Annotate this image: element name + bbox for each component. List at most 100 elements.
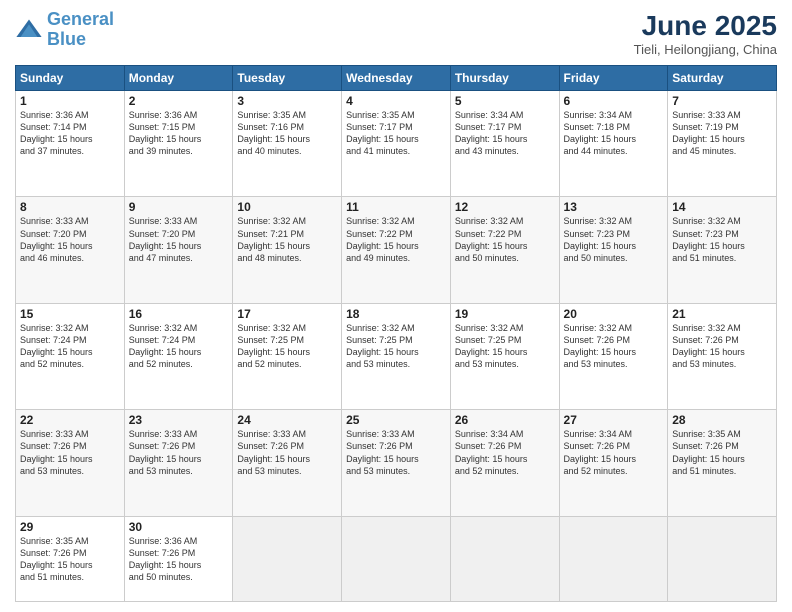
day-info: Sunrise: 3:35 AM Sunset: 7:26 PM Dayligh… (20, 535, 120, 584)
logo-text: General Blue (47, 10, 114, 50)
day-number: 10 (237, 200, 337, 214)
month-title: June 2025 (634, 10, 777, 42)
day-number: 8 (20, 200, 120, 214)
day-info: Sunrise: 3:33 AM Sunset: 7:26 PM Dayligh… (346, 428, 446, 477)
calendar-table: Sunday Monday Tuesday Wednesday Thursday… (15, 65, 777, 602)
table-row: 15Sunrise: 3:32 AM Sunset: 7:24 PM Dayli… (16, 303, 125, 409)
day-number: 24 (237, 413, 337, 427)
col-saturday: Saturday (668, 66, 777, 91)
table-row: 2Sunrise: 3:36 AM Sunset: 7:15 PM Daylig… (124, 91, 233, 197)
day-info: Sunrise: 3:33 AM Sunset: 7:26 PM Dayligh… (237, 428, 337, 477)
day-info: Sunrise: 3:36 AM Sunset: 7:15 PM Dayligh… (129, 109, 229, 158)
day-number: 20 (564, 307, 664, 321)
table-row: 14Sunrise: 3:32 AM Sunset: 7:23 PM Dayli… (668, 197, 777, 303)
table-row: 7Sunrise: 3:33 AM Sunset: 7:19 PM Daylig… (668, 91, 777, 197)
table-row: 25Sunrise: 3:33 AM Sunset: 7:26 PM Dayli… (342, 410, 451, 516)
table-row: 24Sunrise: 3:33 AM Sunset: 7:26 PM Dayli… (233, 410, 342, 516)
table-row: 29Sunrise: 3:35 AM Sunset: 7:26 PM Dayli… (16, 516, 125, 601)
day-info: Sunrise: 3:35 AM Sunset: 7:17 PM Dayligh… (346, 109, 446, 158)
day-number: 28 (672, 413, 772, 427)
day-info: Sunrise: 3:32 AM Sunset: 7:25 PM Dayligh… (346, 322, 446, 371)
day-info: Sunrise: 3:32 AM Sunset: 7:25 PM Dayligh… (455, 322, 555, 371)
day-info: Sunrise: 3:33 AM Sunset: 7:26 PM Dayligh… (129, 428, 229, 477)
day-number: 15 (20, 307, 120, 321)
table-row: 1Sunrise: 3:36 AM Sunset: 7:14 PM Daylig… (16, 91, 125, 197)
table-row: 17Sunrise: 3:32 AM Sunset: 7:25 PM Dayli… (233, 303, 342, 409)
col-friday: Friday (559, 66, 668, 91)
table-row: 18Sunrise: 3:32 AM Sunset: 7:25 PM Dayli… (342, 303, 451, 409)
table-row: 8Sunrise: 3:33 AM Sunset: 7:20 PM Daylig… (16, 197, 125, 303)
day-info: Sunrise: 3:32 AM Sunset: 7:23 PM Dayligh… (564, 215, 664, 264)
day-number: 27 (564, 413, 664, 427)
table-row: 23Sunrise: 3:33 AM Sunset: 7:26 PM Dayli… (124, 410, 233, 516)
table-row: 19Sunrise: 3:32 AM Sunset: 7:25 PM Dayli… (450, 303, 559, 409)
day-number: 29 (20, 520, 120, 534)
table-row: 12Sunrise: 3:32 AM Sunset: 7:22 PM Dayli… (450, 197, 559, 303)
day-info: Sunrise: 3:32 AM Sunset: 7:21 PM Dayligh… (237, 215, 337, 264)
day-number: 3 (237, 94, 337, 108)
day-number: 7 (672, 94, 772, 108)
day-number: 12 (455, 200, 555, 214)
day-number: 23 (129, 413, 229, 427)
title-area: June 2025 Tieli, Heilongjiang, China (634, 10, 777, 57)
table-row: 26Sunrise: 3:34 AM Sunset: 7:26 PM Dayli… (450, 410, 559, 516)
calendar-header-row: Sunday Monday Tuesday Wednesday Thursday… (16, 66, 777, 91)
day-number: 25 (346, 413, 446, 427)
table-row: 22Sunrise: 3:33 AM Sunset: 7:26 PM Dayli… (16, 410, 125, 516)
table-row: 4Sunrise: 3:35 AM Sunset: 7:17 PM Daylig… (342, 91, 451, 197)
day-number: 6 (564, 94, 664, 108)
day-info: Sunrise: 3:33 AM Sunset: 7:20 PM Dayligh… (20, 215, 120, 264)
header: General Blue June 2025 Tieli, Heilongjia… (15, 10, 777, 57)
day-number: 18 (346, 307, 446, 321)
day-number: 4 (346, 94, 446, 108)
day-number: 30 (129, 520, 229, 534)
day-info: Sunrise: 3:36 AM Sunset: 7:26 PM Dayligh… (129, 535, 229, 584)
day-info: Sunrise: 3:35 AM Sunset: 7:26 PM Dayligh… (672, 428, 772, 477)
day-info: Sunrise: 3:33 AM Sunset: 7:20 PM Dayligh… (129, 215, 229, 264)
day-number: 13 (564, 200, 664, 214)
table-row (668, 516, 777, 601)
col-thursday: Thursday (450, 66, 559, 91)
day-info: Sunrise: 3:34 AM Sunset: 7:26 PM Dayligh… (455, 428, 555, 477)
day-number: 17 (237, 307, 337, 321)
day-number: 26 (455, 413, 555, 427)
table-row (233, 516, 342, 601)
day-number: 1 (20, 94, 120, 108)
table-row (450, 516, 559, 601)
table-row: 20Sunrise: 3:32 AM Sunset: 7:26 PM Dayli… (559, 303, 668, 409)
table-row: 16Sunrise: 3:32 AM Sunset: 7:24 PM Dayli… (124, 303, 233, 409)
table-row: 21Sunrise: 3:32 AM Sunset: 7:26 PM Dayli… (668, 303, 777, 409)
col-monday: Monday (124, 66, 233, 91)
day-info: Sunrise: 3:32 AM Sunset: 7:24 PM Dayligh… (20, 322, 120, 371)
table-row: 5Sunrise: 3:34 AM Sunset: 7:17 PM Daylig… (450, 91, 559, 197)
day-info: Sunrise: 3:32 AM Sunset: 7:26 PM Dayligh… (672, 322, 772, 371)
logo-icon (15, 16, 43, 44)
table-row: 6Sunrise: 3:34 AM Sunset: 7:18 PM Daylig… (559, 91, 668, 197)
day-number: 11 (346, 200, 446, 214)
day-info: Sunrise: 3:33 AM Sunset: 7:26 PM Dayligh… (20, 428, 120, 477)
page: General Blue June 2025 Tieli, Heilongjia… (0, 0, 792, 612)
table-row: 10Sunrise: 3:32 AM Sunset: 7:21 PM Dayli… (233, 197, 342, 303)
table-row: 28Sunrise: 3:35 AM Sunset: 7:26 PM Dayli… (668, 410, 777, 516)
table-row: 30Sunrise: 3:36 AM Sunset: 7:26 PM Dayli… (124, 516, 233, 601)
day-number: 5 (455, 94, 555, 108)
day-info: Sunrise: 3:32 AM Sunset: 7:22 PM Dayligh… (346, 215, 446, 264)
table-row: 3Sunrise: 3:35 AM Sunset: 7:16 PM Daylig… (233, 91, 342, 197)
day-number: 2 (129, 94, 229, 108)
day-info: Sunrise: 3:32 AM Sunset: 7:26 PM Dayligh… (564, 322, 664, 371)
day-info: Sunrise: 3:35 AM Sunset: 7:16 PM Dayligh… (237, 109, 337, 158)
table-row: 13Sunrise: 3:32 AM Sunset: 7:23 PM Dayli… (559, 197, 668, 303)
table-row (559, 516, 668, 601)
logo: General Blue (15, 10, 114, 50)
day-info: Sunrise: 3:34 AM Sunset: 7:18 PM Dayligh… (564, 109, 664, 158)
col-wednesday: Wednesday (342, 66, 451, 91)
day-info: Sunrise: 3:34 AM Sunset: 7:26 PM Dayligh… (564, 428, 664, 477)
table-row (342, 516, 451, 601)
day-number: 14 (672, 200, 772, 214)
day-number: 16 (129, 307, 229, 321)
table-row: 11Sunrise: 3:32 AM Sunset: 7:22 PM Dayli… (342, 197, 451, 303)
table-row: 27Sunrise: 3:34 AM Sunset: 7:26 PM Dayli… (559, 410, 668, 516)
day-info: Sunrise: 3:33 AM Sunset: 7:19 PM Dayligh… (672, 109, 772, 158)
table-row: 9Sunrise: 3:33 AM Sunset: 7:20 PM Daylig… (124, 197, 233, 303)
day-info: Sunrise: 3:32 AM Sunset: 7:23 PM Dayligh… (672, 215, 772, 264)
